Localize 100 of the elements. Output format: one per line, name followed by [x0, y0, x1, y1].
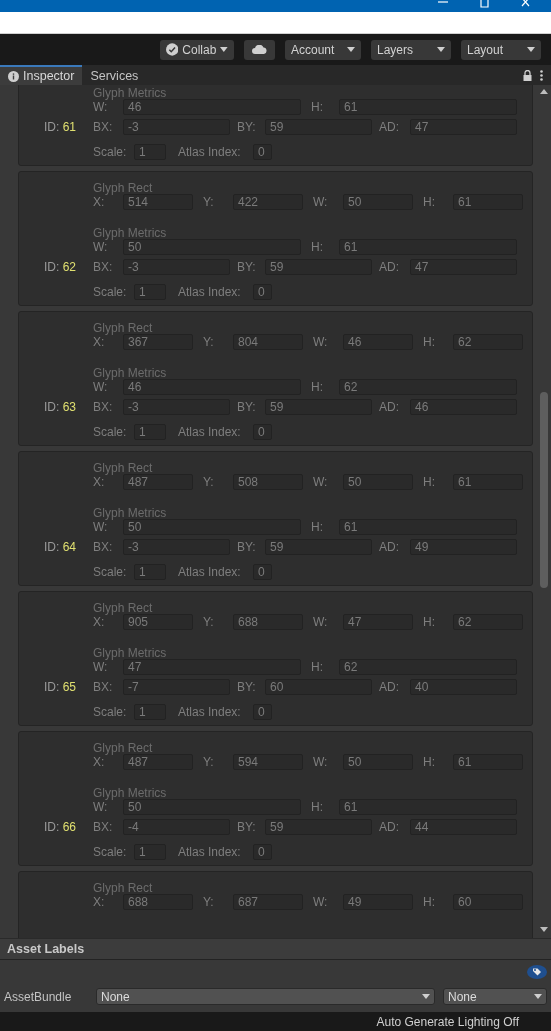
number-field[interactable]: 46: [123, 99, 301, 115]
number-field[interactable]: 0: [253, 284, 272, 300]
number-field[interactable]: 44: [410, 819, 517, 835]
number-field[interactable]: 59: [265, 119, 372, 135]
number-field[interactable]: 61: [453, 194, 523, 210]
number-field[interactable]: 47: [410, 119, 517, 135]
collab-button[interactable]: Collab: [160, 39, 234, 60]
number-field[interactable]: 514: [123, 194, 193, 210]
number-field[interactable]: 50: [343, 754, 413, 770]
field-label: H:: [423, 475, 436, 489]
number-field[interactable]: 49: [410, 539, 517, 555]
dropdown-button[interactable]: Account: [285, 39, 361, 60]
field-label: H:: [423, 335, 436, 349]
bundle-dropdown[interactable]: None: [96, 988, 435, 1005]
number-field[interactable]: 1: [134, 284, 166, 300]
field-label: W:: [313, 335, 329, 349]
number-field[interactable]: 59: [265, 819, 372, 835]
field-label: Scale:: [93, 145, 128, 159]
number-field[interactable]: 62: [453, 334, 523, 350]
tab[interactable]: Services: [82, 65, 147, 85]
number-field[interactable]: 1: [134, 844, 166, 860]
minimize-icon[interactable]: [437, 0, 449, 6]
number-field[interactable]: 47: [123, 659, 301, 675]
field-label: W:: [313, 615, 329, 629]
field-label: BX:: [93, 540, 114, 554]
info-icon: [8, 70, 19, 82]
tab[interactable]: Inspector: [0, 65, 83, 85]
lock-icon[interactable]: [523, 69, 532, 81]
number-field[interactable]: 0: [253, 704, 272, 720]
cloud-icon: [252, 45, 267, 54]
number-field[interactable]: -3: [123, 119, 230, 135]
number-field[interactable]: 50: [343, 194, 413, 210]
number-field[interactable]: 0: [253, 844, 272, 860]
section-header: Glyph Metrics: [93, 367, 167, 379]
number-field[interactable]: 50: [343, 474, 413, 490]
number-field[interactable]: 49: [343, 894, 413, 910]
number-field[interactable]: 62: [453, 614, 523, 630]
number-field[interactable]: 487: [123, 474, 193, 490]
number-field[interactable]: 47: [343, 614, 413, 630]
number-field[interactable]: 1: [134, 144, 166, 160]
number-field[interactable]: 60: [453, 894, 523, 910]
more-icon[interactable]: [540, 69, 543, 81]
number-field[interactable]: 46: [410, 399, 517, 415]
field-label: H:: [423, 615, 436, 629]
number-field[interactable]: -4: [123, 819, 230, 835]
restore-icon[interactable]: [479, 0, 491, 8]
number-field[interactable]: 687: [233, 894, 303, 910]
number-field[interactable]: -3: [123, 399, 230, 415]
number-field[interactable]: 62: [339, 659, 517, 675]
number-field[interactable]: 50: [123, 519, 301, 535]
number-field[interactable]: 905: [123, 614, 193, 630]
number-field[interactable]: 47: [410, 259, 517, 275]
number-field[interactable]: 1: [134, 704, 166, 720]
number-field[interactable]: 46: [123, 379, 301, 395]
section-header: Glyph Metrics: [93, 647, 167, 659]
number-field[interactable]: 46: [343, 334, 413, 350]
number-field[interactable]: 59: [265, 259, 372, 275]
dropdown-button[interactable]: Layers: [371, 39, 451, 60]
field-label: AssetBundle: [4, 989, 73, 1004]
number-field[interactable]: 59: [265, 539, 372, 555]
number-field[interactable]: 59: [265, 399, 372, 415]
number-field[interactable]: 487: [123, 754, 193, 770]
field-label: AD:: [379, 820, 400, 834]
number-field[interactable]: 688: [233, 614, 303, 630]
field-label: W:: [313, 755, 329, 769]
number-field[interactable]: 61: [453, 754, 523, 770]
dropdown-button[interactable]: Layout: [461, 39, 541, 60]
scrollbar-thumb[interactable]: [540, 392, 548, 588]
tag-icon[interactable]: [527, 965, 547, 979]
section-header: Glyph Metrics: [93, 227, 167, 239]
number-field[interactable]: 508: [233, 474, 303, 490]
number-field[interactable]: 0: [253, 144, 272, 160]
cloud-button[interactable]: [244, 39, 275, 60]
number-field[interactable]: 61: [339, 799, 517, 815]
number-field[interactable]: -3: [123, 259, 230, 275]
number-field[interactable]: 60: [265, 679, 372, 695]
variant-dropdown[interactable]: None: [443, 988, 547, 1005]
number-field[interactable]: 50: [123, 239, 301, 255]
number-field[interactable]: 61: [453, 474, 523, 490]
number-field[interactable]: 367: [123, 334, 193, 350]
number-field[interactable]: 0: [253, 424, 272, 440]
number-field[interactable]: 61: [339, 99, 517, 115]
number-field[interactable]: 422: [233, 194, 303, 210]
number-field[interactable]: 61: [339, 239, 517, 255]
number-field[interactable]: 40: [410, 679, 517, 695]
number-field[interactable]: 1: [134, 424, 166, 440]
number-field[interactable]: 594: [233, 754, 303, 770]
glyph-id: ID: 62: [43, 260, 76, 274]
number-field[interactable]: 0: [253, 564, 272, 580]
number-field[interactable]: 688: [123, 894, 193, 910]
number-field[interactable]: 804: [233, 334, 303, 350]
number-field[interactable]: 62: [339, 379, 517, 395]
number-field[interactable]: -7: [123, 679, 230, 695]
number-field[interactable]: -3: [123, 539, 230, 555]
number-field[interactable]: 61: [339, 519, 517, 535]
field-label: W:: [93, 380, 109, 394]
number-field[interactable]: 1: [134, 564, 166, 580]
scroll-up-icon[interactable]: [540, 89, 548, 94]
scroll-down-icon[interactable]: [540, 927, 548, 932]
number-field[interactable]: 50: [123, 799, 301, 815]
